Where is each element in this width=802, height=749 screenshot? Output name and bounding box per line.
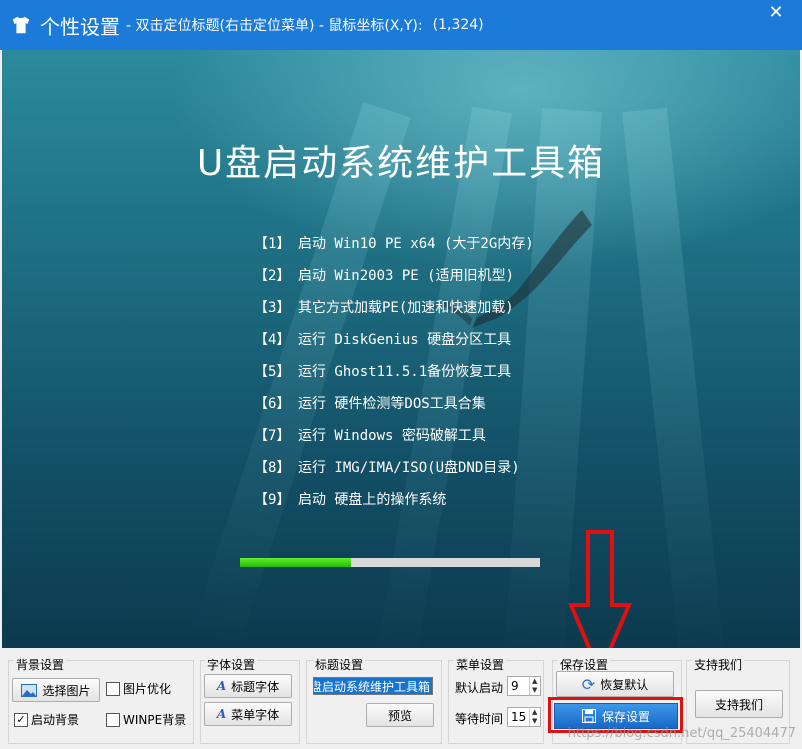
boot-menu-preview[interactable]: U盘启动系统维护工具箱 【1】 启动 Win10 PE x64 (大于2G内存) … [2,50,800,648]
mouse-coordinates: (1,324) [432,17,484,33]
group-title: 菜单设置 [454,656,507,673]
tshirt-icon [12,16,30,34]
boot-menu-item[interactable]: 【8】 运行 IMG/IMA/ISO(U盘DND目录) [254,452,534,484]
restore-defaults-button[interactable]: ⟳ 恢复默认 [556,671,674,697]
group-title: 字体设置 [205,656,258,673]
wait-time-stepper[interactable]: 15 ▲ ▼ [507,707,541,727]
group-title: 背景设置 [14,656,67,673]
wait-time-label: 等待时间 [455,712,504,726]
stepper-arrows-icon[interactable]: ▲ ▼ [528,677,541,695]
menu-font-button[interactable]: A 菜单字体 [204,702,292,726]
title-text-input[interactable]: U盘启动系统维护工具箱 [313,677,433,695]
window-subtitle: - 双击定位标题(右击定位菜单) - 鼠标坐标(X,Y): [126,18,423,34]
checkbox-box[interactable] [106,712,120,727]
default-boot-label: 默认启动 [455,681,504,695]
boot-menu-item[interactable]: 【9】 启动 硬盘上的操作系统 [254,484,534,516]
checkbox-box[interactable]: ✓ [14,712,28,727]
refresh-icon: ⟳ [581,674,596,694]
font-icon: A [216,707,227,721]
support-us-button[interactable]: 支持我们 [695,690,783,718]
boot-title[interactable]: U盘启动系统维护工具箱 [2,134,800,186]
group-title: 标题设置 [313,656,366,673]
boot-menu-item[interactable]: 【6】 运行 硬件检测等DOS工具合集 [254,388,534,420]
preview-button[interactable]: 预览 [366,703,434,727]
group-title: 支持我们 [692,656,745,673]
boot-menu-item[interactable]: 【4】 运行 DiskGenius 硬盘分区工具 [254,324,534,356]
watermark: https://blog.csdn.net/qq_25404477 [567,726,796,741]
boot-menu-item[interactable]: 【2】 启动 Win2003 PE (适用旧机型) [254,260,534,292]
boot-menu-item[interactable]: 【1】 启动 Win10 PE x64 (大于2G内存) [254,228,534,260]
menu-settings-group: 菜单设置 [448,656,544,744]
boot-menu-item[interactable]: 【5】 运行 Ghost11.5.1备份恢复工具 [254,356,534,388]
image-icon [21,683,38,697]
background-settings-group: 背景设置 [8,656,194,744]
title-font-button[interactable]: A 标题字体 [204,674,292,698]
light-ray [622,107,726,648]
checkbox-box[interactable] [106,681,120,696]
boot-menu: 【1】 启动 Win10 PE x64 (大于2G内存) 【2】 启动 Win200… [254,228,534,516]
boot-progress-bar [240,558,540,567]
winpe-background-checkbox[interactable]: WINPE背景 [106,711,186,728]
optimize-image-checkbox[interactable]: 图片优化 [106,680,171,697]
progress-fill [240,558,351,567]
choose-image-button[interactable]: 选择图片 [12,678,100,702]
font-icon: A [216,679,227,693]
title-bar: 个性设置 - 双击定位标题(右击定位菜单) - 鼠标坐标(X,Y): (1,32… [0,0,802,50]
window-title: 个性设置 [40,14,120,39]
stepper-arrows-icon[interactable]: ▲ ▼ [528,708,541,726]
boot-menu-item[interactable]: 【7】 运行 Windows 密码破解工具 [254,420,534,452]
default-boot-stepper[interactable]: 9 ▲ ▼ [507,676,541,696]
boot-menu-item[interactable]: 【3】 其它方式加载PE(加速和快速加载) [254,292,534,324]
title-settings-group: 标题设置 [306,656,442,744]
boot-background-checkbox[interactable]: ✓ 启动背景 [14,711,79,728]
close-button[interactable]: ✕ [764,2,788,26]
